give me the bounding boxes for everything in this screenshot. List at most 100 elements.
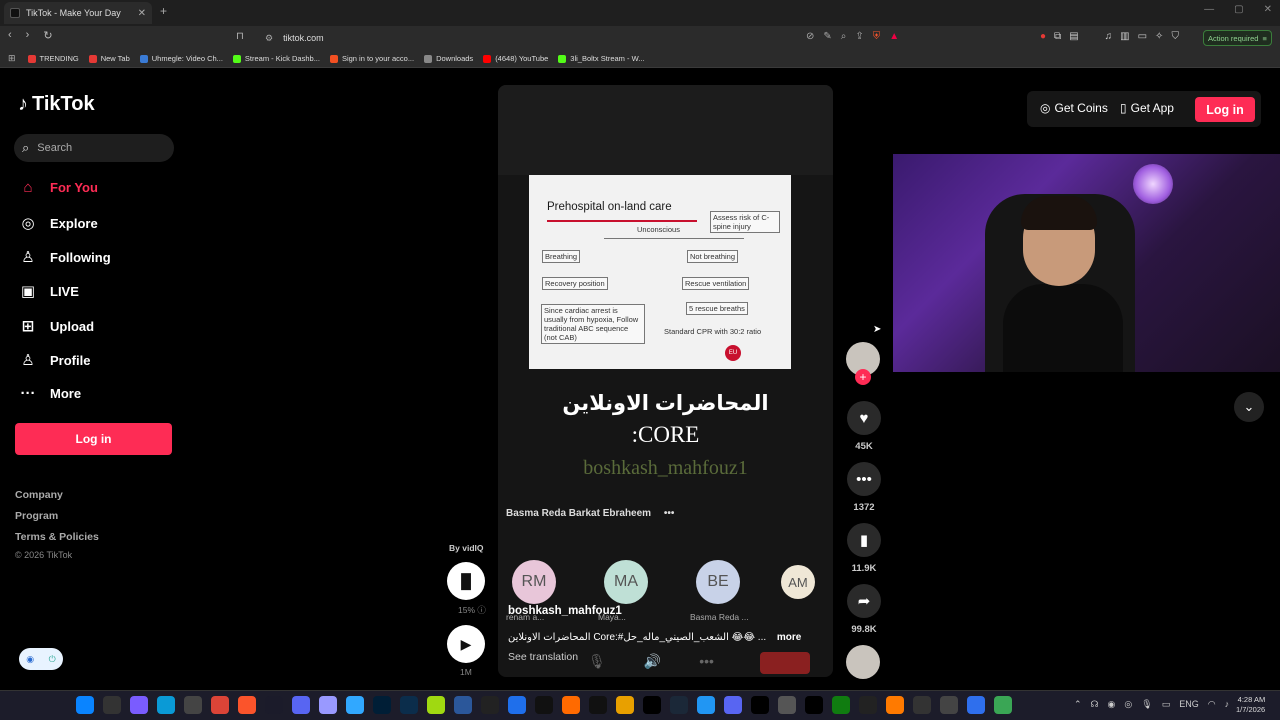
taskbar-app-icon[interactable] bbox=[589, 696, 607, 714]
taskbar-app-icon[interactable] bbox=[994, 696, 1012, 714]
nav-item-profile[interactable]: ♙ Profile bbox=[18, 351, 90, 369]
taskbar-app-icon[interactable] bbox=[832, 696, 850, 714]
browser-tab[interactable]: TikTok - Make Your Day ✕ bbox=[4, 2, 152, 24]
taskbar-app-icon[interactable] bbox=[670, 696, 688, 714]
taskbar-app-icon[interactable] bbox=[373, 696, 391, 714]
bookmark-item[interactable]: Stream - Kick Dashb... bbox=[232, 54, 320, 63]
music-icon[interactable]: ♫ bbox=[1105, 31, 1113, 42]
taskbar-app-icon[interactable] bbox=[508, 696, 526, 714]
record-icon[interactable]: ● bbox=[1040, 31, 1046, 42]
new-tab-icon[interactable]: + bbox=[160, 4, 167, 18]
taskbar-app-icon[interactable] bbox=[913, 696, 931, 714]
maximize-icon[interactable]: ▢ bbox=[1234, 4, 1243, 15]
bookmark-item[interactable]: (4648) YouTube bbox=[483, 54, 548, 63]
tray-app-icon[interactable]: ◉ bbox=[1108, 699, 1116, 710]
nav-item-for-you[interactable]: ⌂ For You bbox=[18, 179, 97, 196]
like-action[interactable]: ♥ 45K bbox=[845, 401, 883, 452]
tiktok-logo[interactable]: ♪ TikTok bbox=[18, 93, 95, 116]
taskbar-app-icon[interactable] bbox=[643, 696, 661, 714]
headset-icon[interactable]: ☊ bbox=[1091, 699, 1099, 710]
taskbar-app-icon[interactable] bbox=[319, 696, 337, 714]
vidiq-stats-button[interactable]: ▐▌ bbox=[447, 562, 485, 600]
wallet-icon[interactable]: ▭ bbox=[1138, 31, 1147, 42]
taskbar-app-icon[interactable] bbox=[157, 696, 175, 714]
taskbar-app-icon[interactable] bbox=[535, 696, 553, 714]
taskbar-app-icon[interactable] bbox=[481, 696, 499, 714]
nav-item-following[interactable]: ♙ Following bbox=[18, 248, 110, 266]
footer-terms[interactable]: Terms & Policies bbox=[15, 531, 99, 543]
nav-item-live[interactable]: ▣ LIVE bbox=[18, 282, 79, 300]
tray-app2-icon[interactable]: ◎ bbox=[1124, 699, 1132, 710]
floating-widget[interactable]: ◉ ⏻ bbox=[19, 648, 63, 670]
share-arrow-icon[interactable]: ➦ bbox=[847, 584, 881, 618]
save-action[interactable]: ▮ 11.9K bbox=[845, 523, 883, 574]
edit-icon[interactable]: ✎ bbox=[823, 31, 831, 42]
puzzle-icon[interactable]: ⧉ bbox=[1054, 31, 1061, 42]
share-icon[interactable]: ⇪ bbox=[855, 31, 863, 42]
leo-icon[interactable]: ✧ bbox=[1155, 31, 1163, 42]
bookmark-item[interactable]: 3li_Boltx Stream - W... bbox=[558, 54, 644, 63]
bookmark-item[interactable]: New Tab bbox=[88, 54, 130, 63]
footer-company[interactable]: Company bbox=[15, 489, 63, 501]
live-options-icon[interactable]: ••• bbox=[664, 508, 675, 519]
get-coins-button[interactable]: ◎ Get Coins bbox=[1040, 101, 1108, 115]
taskbar-app-icon[interactable] bbox=[967, 696, 985, 714]
mic-icon[interactable]: 🎙 bbox=[1141, 699, 1152, 710]
taskbar-app-icon[interactable] bbox=[130, 696, 148, 714]
info-icon[interactable]: ⓘ bbox=[477, 605, 486, 615]
taskbar-app-icon[interactable] bbox=[427, 696, 445, 714]
taskbar-app-icon[interactable] bbox=[292, 696, 310, 714]
lang-indicator[interactable]: ENG bbox=[1179, 699, 1199, 710]
heart-icon[interactable]: ♥ bbox=[847, 401, 881, 435]
taskbar-app-icon[interactable] bbox=[805, 696, 823, 714]
taskbar-app-icon[interactable] bbox=[184, 696, 202, 714]
nav-item-more[interactable]: ··· More bbox=[18, 385, 82, 402]
top-login-button[interactable]: Log in bbox=[1195, 97, 1255, 122]
bookmark-item[interactable]: Downloads bbox=[424, 54, 473, 63]
bookmark-save-icon[interactable]: ▮ bbox=[847, 523, 881, 557]
taskbar-app-icon[interactable] bbox=[265, 696, 283, 714]
zoom-icon[interactable]: ⌕ bbox=[841, 31, 847, 42]
brave-rewards-icon[interactable]: ▲ bbox=[889, 31, 899, 42]
reload-icon[interactable]: ↻ bbox=[43, 29, 52, 42]
sidebar-icon[interactable]: ▥ bbox=[1120, 31, 1129, 42]
save-icon[interactable]: ▤ bbox=[1069, 31, 1078, 42]
nav-item-explore[interactable]: ◎ Explore bbox=[18, 214, 97, 232]
taskbar-app-icon[interactable] bbox=[346, 696, 364, 714]
bookmark-icon[interactable]: ⊓ bbox=[236, 31, 244, 42]
vpn-icon[interactable]: ⛉ bbox=[1171, 31, 1179, 42]
taskbar-app-icon[interactable] bbox=[886, 696, 904, 714]
forward-icon[interactable]: › bbox=[26, 29, 30, 42]
taskbar-app-icon[interactable] bbox=[211, 696, 229, 714]
chevron-down-icon[interactable]: ⌄ bbox=[1234, 392, 1264, 422]
play-button[interactable]: ▶ bbox=[447, 625, 485, 663]
bookmark-item[interactable]: TRENDING bbox=[27, 54, 79, 63]
apps-grid-icon[interactable]: ⊞ bbox=[8, 53, 16, 64]
nav-item-upload[interactable]: ⊞ Upload bbox=[18, 317, 94, 335]
see-translation-link[interactable]: See translation bbox=[508, 651, 578, 663]
comment-action[interactable]: ••• 1372 bbox=[845, 462, 883, 513]
search-input[interactable]: ⌕ Search bbox=[14, 134, 174, 162]
taskbar-app-icon[interactable] bbox=[562, 696, 580, 714]
taskbar-app-icon[interactable] bbox=[697, 696, 715, 714]
taskbar-app-icon[interactable] bbox=[940, 696, 958, 714]
taskbar-app-icon[interactable] bbox=[859, 696, 877, 714]
bookmark-item[interactable]: Uhmegle: Video Ch... bbox=[139, 54, 223, 63]
live-guest-avatar[interactable]: RM bbox=[512, 560, 556, 604]
share-action[interactable]: ➦ 99.8K bbox=[845, 584, 883, 635]
taskbar-app-icon[interactable] bbox=[400, 696, 418, 714]
site-info-icon[interactable]: ⚙ bbox=[265, 33, 273, 44]
no-camera-icon[interactable]: ⊘ bbox=[806, 31, 814, 42]
taskbar-app-icon[interactable] bbox=[76, 696, 94, 714]
taskbar-app-icon[interactable] bbox=[751, 696, 769, 714]
taskbar-app-icon[interactable] bbox=[454, 696, 472, 714]
minimize-icon[interactable]: — bbox=[1204, 4, 1214, 15]
wifi-icon[interactable]: ◠ bbox=[1208, 699, 1216, 710]
sound-avatar[interactable] bbox=[846, 645, 880, 679]
tray-chevron-icon[interactable]: ⌃ bbox=[1074, 699, 1082, 710]
live-guest-avatar[interactable]: MA bbox=[604, 560, 648, 604]
taskbar-app-icon[interactable] bbox=[103, 696, 121, 714]
action-required-button[interactable]: Action required ≡ bbox=[1203, 30, 1272, 46]
taskbar-app-icon[interactable] bbox=[778, 696, 796, 714]
close-window-icon[interactable]: ✕ bbox=[1264, 4, 1272, 15]
